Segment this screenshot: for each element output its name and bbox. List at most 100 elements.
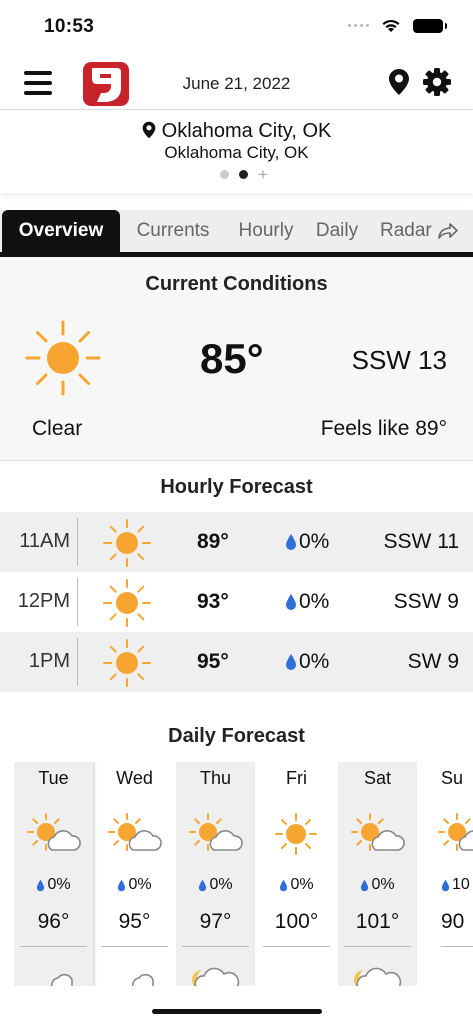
hour-precip-value: 0% [299,650,330,673]
day-high-temperature: 101° [355,910,400,933]
day-name: Thu [199,768,232,788]
location-pin-icon [389,69,409,95]
raindrop-icon [286,594,296,610]
share-arrow-icon [437,223,458,239]
hourly-row[interactable]: 11AM 89° 0% SSW 11 [0,512,473,572]
hour-time: 12PM [17,590,70,612]
settings-button[interactable] [423,68,451,101]
raindrop-icon [286,534,296,550]
day-name: Fri [286,768,307,788]
hour-precip: 0% [285,530,329,554]
sun-icon [24,319,102,402]
bottom-safe-area [0,986,473,1024]
hour-time: 1PM [28,650,70,672]
divider [441,946,473,947]
tab-radar-label: Radar [380,220,432,241]
tab-hourly[interactable]: Hourly [226,210,306,252]
location-pin-button[interactable] [388,68,410,101]
day-precip: 0% [176,876,255,894]
tab-bar: Overview Currents Hourly Daily Radar [0,210,473,257]
status-icons [348,18,447,33]
hour-precip-value: 0% [299,530,330,553]
hourly-forecast-title: Hourly Forecast [160,476,313,498]
wifi-icon [382,19,400,32]
daily-card-sun[interactable]: Su 10 90 [419,762,473,990]
raindrop-icon [280,879,288,891]
tab-daily[interactable]: Daily [306,210,368,252]
app-header: June 21, 2022 [0,58,473,110]
sun-icon [102,518,152,573]
hour-wind: SSW 9 [393,590,459,613]
add-location-icon[interactable]: + [258,166,268,183]
day-precip: 0% [95,876,174,894]
sun-icon [269,812,325,861]
day-precip-value: 0% [47,876,71,893]
day-high-temperature: 100° [274,910,319,933]
divider [77,578,78,626]
day-name: Tue [38,768,69,788]
hourly-row[interactable]: 12PM 93° 0% SSW 9 [0,572,473,632]
divider [263,946,330,947]
current-condition: Clear [32,417,83,440]
current-temperature: 85° [200,335,264,382]
divider [344,946,411,947]
day-name: Su [441,768,464,788]
current-conditions-card[interactable]: Current Conditions 85° SSW 13 Clear Feel… [0,257,473,461]
raindrop-icon [199,879,207,891]
raindrop-icon [37,879,45,891]
day-precip: 0% [338,876,417,894]
day-high-temperature: 95° [118,910,151,933]
location-name: Oklahoma City, OK [161,120,332,142]
day-precip-value: 0% [371,876,395,893]
daily-card-thu[interactable]: Thu 0% 97° [176,762,255,990]
hourly-row[interactable]: 1PM 95° 0% SW 9 [0,632,473,692]
daily-forecast-strip[interactable]: Tue 0% 96° Wed 0% 95° Thu 0% 97° Fri 0% … [14,762,473,990]
cellular-signal-icon [348,24,369,27]
tab-overview[interactable]: Overview [2,210,120,252]
day-high-temperature: 97° [199,910,232,933]
current-wind: SSW 13 [351,345,447,375]
daily-card-fri[interactable]: Fri 0% 100° [257,762,336,990]
day-precip-value: 0% [209,876,233,893]
divider [101,946,168,947]
status-bar: 10:53 [0,0,473,54]
divider [182,946,249,947]
daily-card-tue[interactable]: Tue 0% 96° [14,762,93,990]
location-panel[interactable]: Oklahoma City, OK Oklahoma City, OK + [0,111,473,193]
day-high-temperature: 90 [441,910,465,933]
page-dot-active[interactable] [239,170,248,179]
partly-cloudy-icon [26,812,82,861]
daily-card-sat[interactable]: Sat 0% 101° [338,762,417,990]
day-precip-value: 0% [290,876,314,893]
daily-forecast-title: Daily Forecast [168,725,305,747]
sun-icon [102,638,152,693]
location-subtitle: Oklahoma City, OK [164,143,309,162]
current-conditions-title: Current Conditions [145,273,328,295]
day-precip: 0% [257,876,336,894]
hour-temperature: 95° [197,650,229,673]
divider [77,638,78,686]
day-name: Sat [363,768,392,788]
hour-temperature: 93° [197,590,229,613]
day-precip-value: 0% [128,876,152,893]
day-precip-value: 10 [452,876,470,893]
tab-radar[interactable]: Radar [368,210,473,252]
day-precip: 0% [14,876,93,894]
page-dot[interactable] [220,170,229,179]
feels-like: Feels like 89° [320,417,447,440]
hour-precip: 0% [285,590,329,614]
day-precip: 10 [419,876,473,894]
raindrop-icon [441,879,450,891]
location-page-indicator[interactable]: + [220,166,268,183]
partly-cloudy-icon [350,812,406,861]
sun-icon [102,578,152,633]
tab-currents[interactable]: Currents [120,210,226,252]
divider [77,518,78,566]
battery-icon [413,18,447,33]
gear-icon [423,68,451,96]
location-title: Oklahoma City, OK [0,120,473,143]
home-indicator[interactable] [152,1009,322,1014]
location-pin-icon [142,121,156,139]
daily-card-wed[interactable]: Wed 0% 95° [95,762,174,990]
day-high-temperature: 96° [37,910,70,933]
